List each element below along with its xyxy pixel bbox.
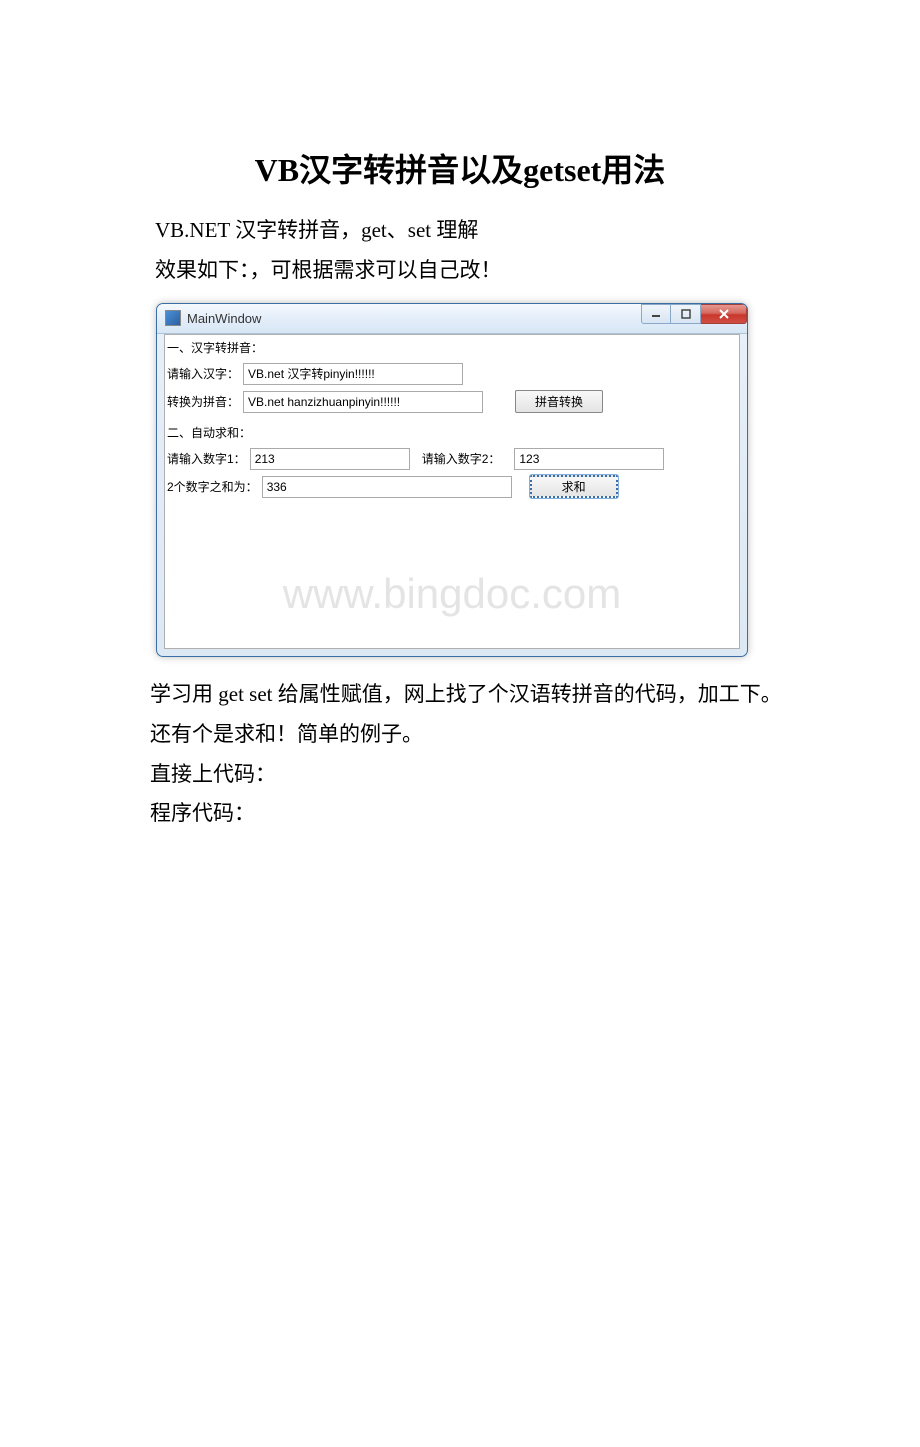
pinyin-output[interactable] xyxy=(243,391,483,413)
convert-button[interactable]: 拼音转换 xyxy=(515,390,603,413)
para-3: 直接上代码： xyxy=(108,755,815,795)
para-1: 学习用 get set 给属性赋值，网上找了个汉语转拼音的代码，加工下。 xyxy=(108,675,815,715)
window-controls xyxy=(641,304,747,326)
num1-input[interactable] xyxy=(250,448,410,470)
hanzi-input[interactable] xyxy=(243,363,463,385)
watermark: www.bingdoc.com xyxy=(165,570,739,618)
app-icon xyxy=(165,310,181,326)
intro-text-1: VB.NET 汉字转拼音，get、set 理解 xyxy=(155,211,815,251)
window-title: MainWindow xyxy=(187,311,261,326)
para-2: 还有个是求和！简单的例子。 xyxy=(108,715,815,755)
minimize-icon xyxy=(651,309,661,319)
num2-input[interactable] xyxy=(514,448,664,470)
client-area: 一、汉字转拼音： 请输入汉字： 转换为拼音： 拼音转换 二、自动求和： 请输入数… xyxy=(164,334,740,649)
para-4: 程序代码： xyxy=(108,794,815,834)
close-icon xyxy=(718,308,730,320)
pinyin-row: 转换为拼音： 拼音转换 xyxy=(165,388,739,416)
titlebar[interactable]: MainWindow xyxy=(157,304,747,334)
num2-label: 请输入数字2： xyxy=(422,450,501,467)
page-title: VB汉字转拼音以及getset用法 xyxy=(0,145,920,191)
maximize-icon xyxy=(681,309,691,319)
numbers-row: 请输入数字1： 请输入数字2： xyxy=(165,445,739,473)
section-1-label: 一、汉字转拼音： xyxy=(165,335,739,360)
pinyin-label: 转换为拼音： xyxy=(167,393,239,410)
intro-text-2: 效果如下：，可根据需求可以自己改！ xyxy=(155,251,815,291)
sum-output[interactable] xyxy=(262,476,512,498)
sum-button[interactable]: 求和 xyxy=(530,475,618,498)
close-button[interactable] xyxy=(701,304,747,324)
maximize-button[interactable] xyxy=(671,304,701,324)
minimize-button[interactable] xyxy=(641,304,671,324)
sum-row: 2个数字之和为： 求和 xyxy=(165,473,739,501)
section-2-label: 二、自动求和： xyxy=(165,420,739,445)
hanzi-label: 请输入汉字： xyxy=(167,365,239,382)
sum-label: 2个数字之和为： xyxy=(167,478,258,495)
hanzi-row: 请输入汉字： xyxy=(165,360,739,388)
app-window: MainWindow 一、汉字转拼音： 请输入汉字： 转换为拼音： 拼音转换 xyxy=(156,303,748,657)
num1-label: 请输入数字1： xyxy=(167,450,246,467)
